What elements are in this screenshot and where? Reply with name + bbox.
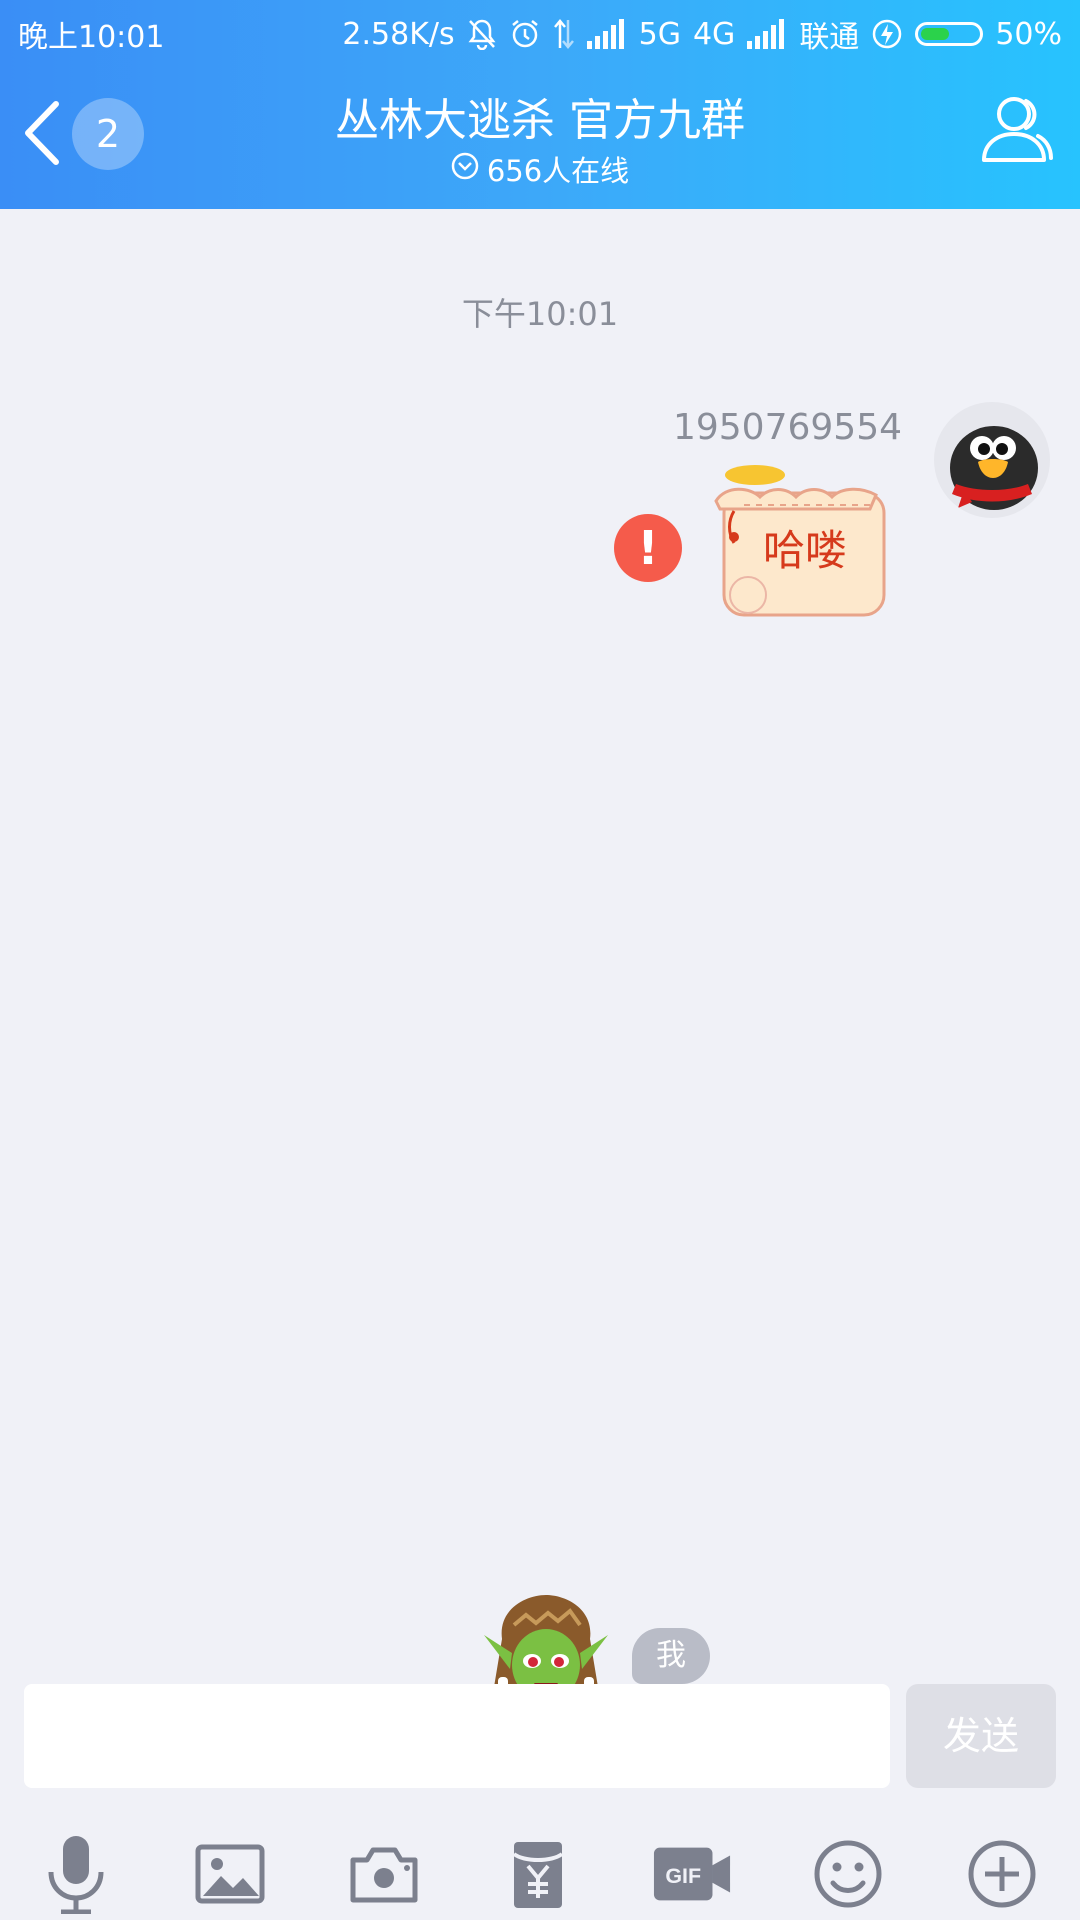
carrier-name: 联通 [799, 20, 860, 55]
status-indicators: 2.58K/s 5G 4G 联通 50% [342, 12, 1062, 56]
chevron-down-icon [451, 152, 479, 187]
peeking-character[interactable] [484, 1595, 608, 1684]
mute-icon [467, 18, 497, 50]
input-bar: 发送 GIF [0, 1684, 1080, 1920]
message-timestamp: 下午10:01 [461, 295, 619, 333]
chat-area[interactable]: 下午10:01 1950769554 ! 哈喽 我 [0, 209, 1080, 1684]
online-status[interactable]: 656人在线 [0, 148, 1080, 190]
me-label[interactable]: 我 [632, 1628, 710, 1684]
group-members-icon[interactable] [978, 92, 1056, 166]
svg-text:GIF: GIF [665, 1864, 701, 1888]
send-failed-icon[interactable]: ! [614, 514, 682, 582]
online-count: 656人在线 [486, 154, 630, 188]
chat-title: 丛林大逃杀 官方九群 [335, 95, 745, 146]
charging-icon [871, 18, 903, 50]
battery-icon [915, 22, 984, 46]
emoji-icon[interactable] [808, 1834, 888, 1914]
network-speed: 2.58K/s [342, 16, 455, 52]
alarm-icon [509, 18, 541, 50]
voice-icon[interactable] [36, 1834, 116, 1914]
battery-level [921, 28, 950, 40]
data-transfer-icon [553, 18, 575, 50]
sticker-message[interactable]: 哈喽 [710, 461, 900, 621]
gif-icon[interactable]: GIF [652, 1834, 732, 1914]
network-5g: 5G [638, 16, 681, 52]
nav-bar: 2 丛林大逃杀 官方九群 656人在线 [0, 62, 1080, 209]
battery-percent: 50% [995, 16, 1062, 52]
status-time: 晚上10:01 [18, 20, 165, 55]
goblin-sticker-icon [484, 1595, 608, 1684]
sticker-text: 哈喽 [762, 526, 847, 575]
top-header: 晚上10:01 2.58K/s 5G 4G 联通 50% 2 丛林大逃杀 官方九… [0, 0, 1080, 209]
penguin-avatar-icon [950, 426, 1038, 510]
plus-icon[interactable] [962, 1834, 1042, 1914]
message-input[interactable] [24, 1684, 890, 1788]
red-packet-icon[interactable] [498, 1834, 578, 1914]
send-button[interactable]: 发送 [906, 1684, 1056, 1788]
signal-icon [586, 19, 627, 49]
status-bar: 晚上10:01 2.58K/s 5G 4G 联通 50% [0, 0, 1080, 62]
input-toolbar: GIF [0, 1820, 1080, 1920]
avatar[interactable] [934, 402, 1050, 518]
camera-icon[interactable] [344, 1834, 424, 1914]
sender-name: 1950769554 [672, 407, 902, 448]
network-4g: 4G [692, 16, 736, 52]
image-icon[interactable] [190, 1834, 270, 1914]
signal-icon [747, 19, 787, 49]
